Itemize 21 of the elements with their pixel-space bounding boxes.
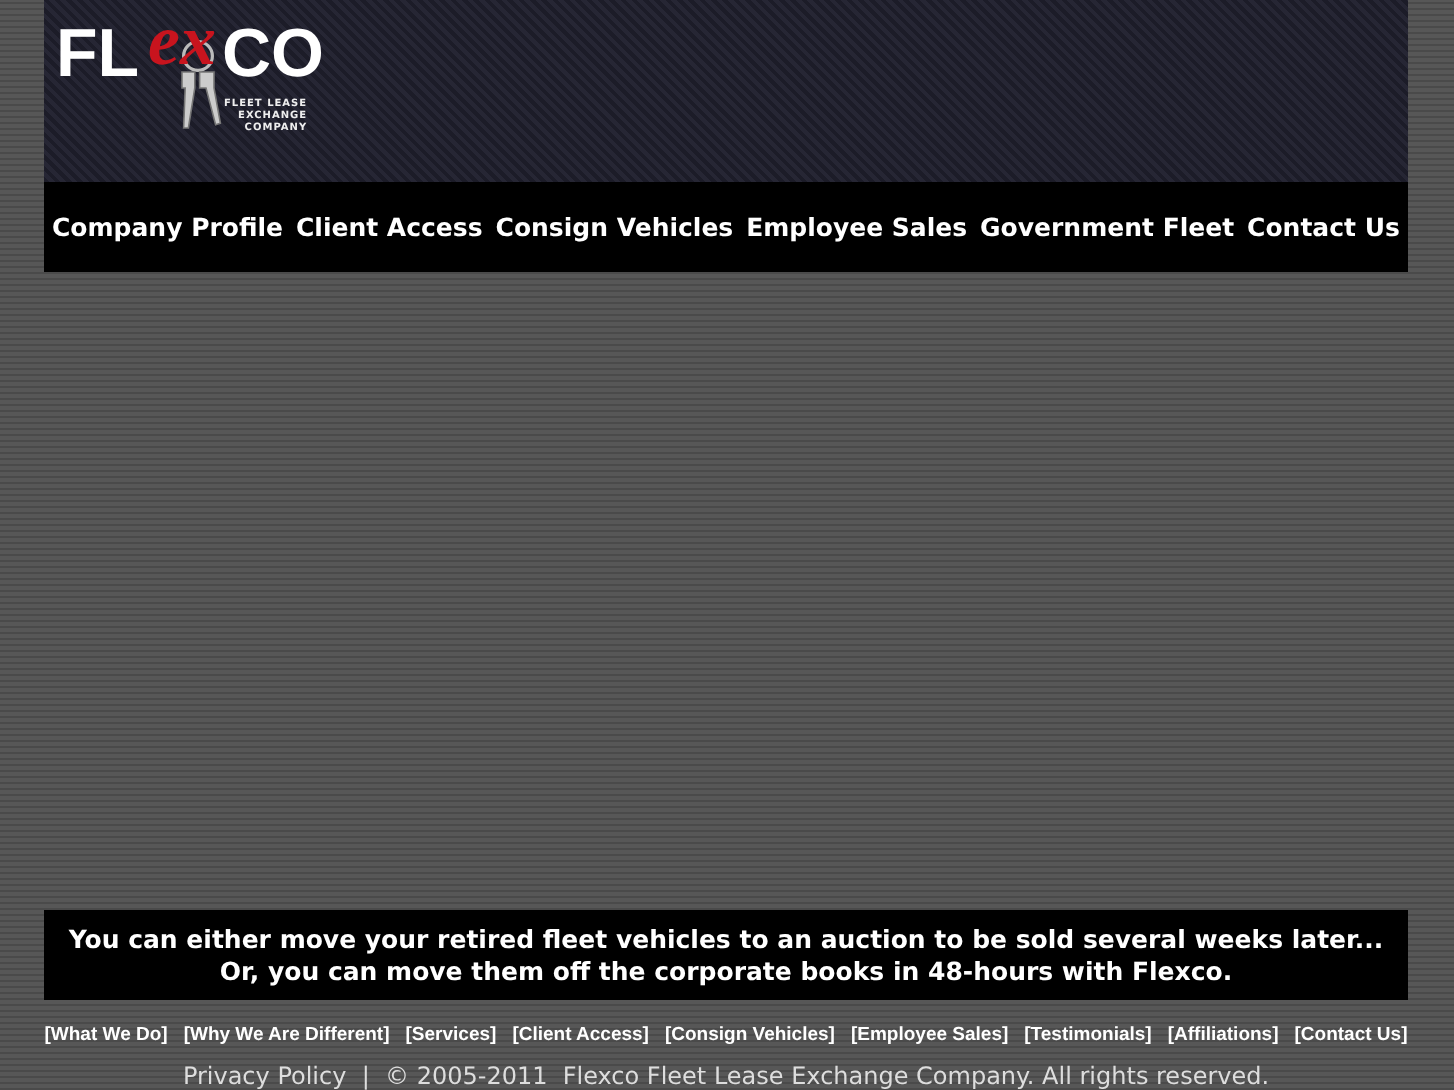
footer-link[interactable]: [Contact Us]	[1294, 1024, 1408, 1046]
footer-link[interactable]: [Affiliations]	[1167, 1024, 1279, 1046]
footer-link[interactable]: [Client Access]	[512, 1024, 649, 1046]
banner-text: You can either move your retired fleet vehicles to an auction to be sold several weeks later...	[68, 923, 1384, 955]
logo-text: FL	[56, 20, 140, 88]
footer-link[interactable]: [What We Do]	[44, 1024, 168, 1046]
footer-link[interactable]: [Services]	[405, 1024, 497, 1046]
nav-link[interactable]: Government Fleet	[980, 212, 1235, 242]
nav-link[interactable]: Company Profile	[52, 212, 284, 242]
nav-link[interactable]: Client Access	[295, 212, 483, 242]
banner-text: Or, you can move them off the corporate books in 48-hours with Flexco.	[219, 955, 1233, 987]
footer-link[interactable]: [Consign Vehicles]	[664, 1024, 835, 1046]
logo-text: CO	[222, 20, 324, 88]
logo-text: ex	[148, 4, 216, 76]
footer-link[interactable]: [Why We Are Different]	[183, 1024, 390, 1046]
nav-link[interactable]: Employee Sales	[746, 212, 968, 242]
nav-link[interactable]: Consign Vehicles	[495, 212, 734, 242]
copyright-text: Privacy Policy | © 2005-2011 Flexco Fleet Lease Exchange Company. All rights reserved.	[180, 1062, 1272, 1090]
footer-link[interactable]: [Employee Sales]	[850, 1024, 1009, 1046]
nav-link[interactable]: Contact Us	[1247, 212, 1400, 242]
footer-link[interactable]: [Testimonials]	[1024, 1024, 1152, 1046]
